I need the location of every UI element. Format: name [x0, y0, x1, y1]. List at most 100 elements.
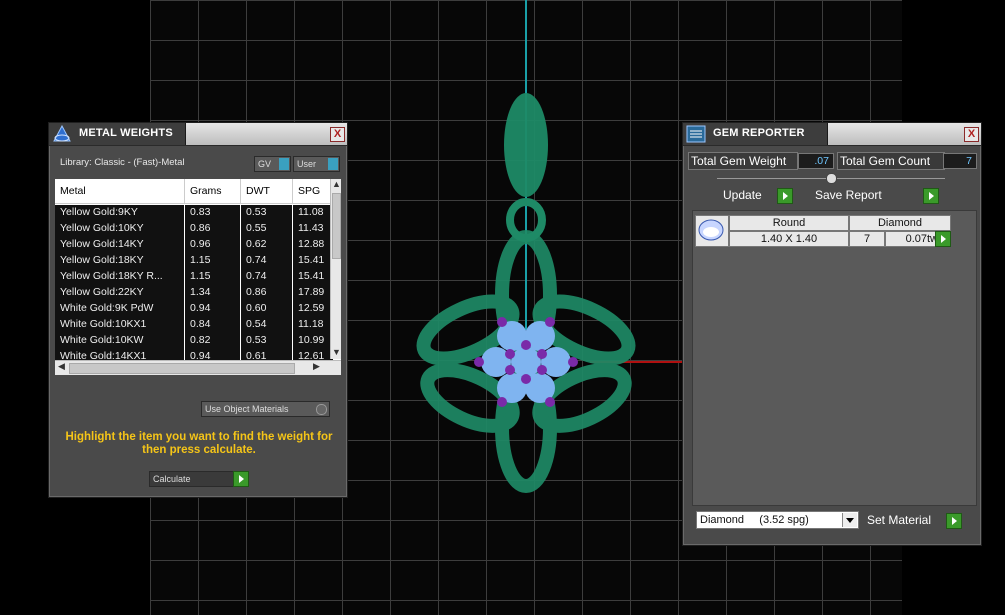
metal-table-vscroll[interactable]: ▲ ▼	[330, 179, 341, 359]
use-object-materials-button[interactable]: Use Object Materials	[201, 401, 330, 417]
cell-spg: 15.41	[298, 270, 325, 282]
metal-weights-titlebar[interactable]: METAL WEIGHTS X	[49, 123, 347, 146]
total-gem-weight-value: .07	[798, 153, 834, 169]
cell-dwt: 0.86	[246, 286, 267, 298]
total-gem-weight-label: Total Gem Weight	[688, 152, 798, 170]
table-row[interactable]: White Gold:9K PdW 0.94 0.60 12.59	[55, 301, 333, 317]
cell-metal: White Gold:10KX1	[60, 318, 147, 330]
table-row[interactable]: White Gold:10KW 0.82 0.53 10.99	[55, 333, 333, 349]
update-go-icon[interactable]	[777, 188, 793, 204]
total-gem-count-value: 7	[943, 153, 977, 169]
update-label: Update	[723, 188, 762, 202]
save-report-go-icon[interactable]	[923, 188, 939, 204]
cell-grams: 0.86	[190, 222, 211, 234]
cell-spg: 12.59	[298, 302, 325, 314]
hscroll-thumb[interactable]	[69, 363, 295, 374]
instruction-text: Highlight the item you want to find the …	[65, 431, 333, 456]
cell-metal: Yellow Gold:14KY	[60, 238, 144, 250]
gem-size: 1.40 X 1.40	[729, 231, 849, 247]
gem-cluster	[474, 317, 578, 407]
cell-metal: White Gold:9K PdW	[60, 302, 154, 314]
table-row[interactable]: White Gold:10KX1 0.84 0.54 11.18	[55, 317, 333, 333]
cell-dwt: 0.54	[246, 318, 267, 330]
metal-weights-title: METAL WEIGHTS	[79, 127, 173, 139]
cell-spg: 10.99	[298, 334, 325, 346]
metal-weights-app-icon	[53, 125, 71, 142]
checkbox-icon	[316, 404, 327, 415]
cell-metal: Yellow Gold:18KY	[60, 254, 144, 266]
col-spg[interactable]: SPG	[298, 185, 320, 197]
use-object-materials-label: Use Object Materials	[205, 404, 289, 414]
update-button[interactable]: Update	[723, 187, 779, 203]
close-icon[interactable]: X	[964, 127, 979, 142]
gem-detail-go-icon[interactable]	[935, 231, 951, 247]
metal-table-header: Metal Grams DWT SPG	[55, 179, 333, 204]
cell-spg: 15.41	[298, 254, 325, 266]
gem-thumbnail	[695, 215, 729, 247]
cell-grams: 0.82	[190, 334, 211, 346]
metal-table[interactable]: Metal Grams DWT SPG Yellow Gold:9KY 0.83 0…	[55, 179, 341, 375]
round-diamond-icon	[698, 219, 724, 241]
gem-material: Diamond	[849, 215, 951, 231]
gem-weight: 0.07tw	[885, 231, 941, 247]
cell-metal: White Gold:10KW	[60, 334, 144, 346]
cell-spg: 12.88	[298, 238, 325, 250]
library-label: Library: Classic - (Fast)-Metal	[60, 157, 185, 168]
table-row[interactable]: Yellow Gold:10KY 0.86 0.55 11.43	[55, 221, 333, 237]
cell-dwt: 0.53	[246, 334, 267, 346]
cell-dwt: 0.60	[246, 302, 267, 314]
table-row[interactable]: Yellow Gold:14KY 0.96 0.62 12.88	[55, 237, 333, 253]
slider-handle[interactable]	[826, 173, 837, 184]
gem-reporter-titlebar[interactable]: GEM REPORTER X	[683, 123, 981, 146]
col-dwt[interactable]: DWT	[246, 185, 270, 197]
calculate-label: Calculate	[153, 474, 191, 484]
table-row[interactable]: Yellow Gold:18KY R... 1.15 0.74 15.41	[55, 269, 333, 285]
gem-reporter-app-icon	[686, 125, 706, 143]
gem-list-item[interactable]: Round Diamond 1.40 X 1.40 7 0.07tw	[695, 215, 951, 247]
chevron-down-icon[interactable]	[842, 513, 857, 527]
save-report-button[interactable]: Save Report	[815, 187, 921, 203]
cell-dwt: 0.53	[246, 206, 267, 218]
user-toggle[interactable]: User	[293, 156, 340, 172]
calculate-button[interactable]: Calculate	[149, 471, 246, 487]
table-row[interactable]: Yellow Gold:22KY 1.34 0.86 17.89	[55, 285, 333, 301]
table-row[interactable]: Yellow Gold:18KY 1.15 0.74 15.41	[55, 253, 333, 269]
cell-spg: 17.89	[298, 286, 325, 298]
cell-metal: Yellow Gold:18KY R...	[60, 270, 163, 282]
cell-grams: 1.15	[190, 270, 211, 282]
gem-reporter-panel: GEM REPORTER X Total Gem Weight .07 Tota…	[682, 122, 982, 546]
gv-toggle-label: GV	[258, 159, 272, 169]
cell-grams: 0.96	[190, 238, 211, 250]
col-grams[interactable]: Grams	[190, 185, 222, 197]
close-icon[interactable]: X	[330, 127, 345, 142]
cell-grams: 0.83	[190, 206, 211, 218]
material-select[interactable]: Diamond (3.52 spg)	[696, 511, 859, 529]
set-material-go-icon[interactable]	[946, 513, 962, 529]
cell-dwt: 0.55	[246, 222, 267, 234]
gem-count: 7	[849, 231, 885, 247]
metal-weights-panel: METAL WEIGHTS X Library: Classic - (Fast…	[48, 122, 348, 498]
cell-spg: 11.43	[298, 222, 324, 234]
metal-table-hscroll[interactable]: ◀ ▶	[55, 360, 341, 375]
gem-list[interactable]: Round Diamond 1.40 X 1.40 7 0.07tw	[692, 210, 977, 506]
col-metal[interactable]: Metal	[60, 185, 86, 197]
table-row[interactable]: Yellow Gold:9KY 0.83 0.53 11.08	[55, 205, 333, 221]
cell-grams: 0.84	[190, 318, 211, 330]
material-select-value: Diamond (3.52 spg)	[700, 514, 809, 526]
cell-dwt: 0.74	[246, 254, 267, 266]
vscroll-thumb[interactable]	[332, 193, 341, 259]
cell-metal: Yellow Gold:10KY	[60, 222, 144, 234]
bail	[504, 93, 548, 197]
cell-grams: 1.34	[190, 286, 211, 298]
gem-reporter-title: GEM REPORTER	[713, 127, 805, 139]
cell-metal: Yellow Gold:22KY	[60, 286, 144, 298]
set-material-button[interactable]: Set Material	[867, 512, 945, 528]
cell-grams: 1.15	[190, 254, 211, 266]
gv-toggle[interactable]: GV	[254, 156, 291, 172]
save-report-label: Save Report	[815, 188, 882, 202]
gem-shape: Round	[729, 215, 849, 231]
cell-metal: Yellow Gold:9KY	[60, 206, 138, 218]
cell-dwt: 0.62	[246, 238, 267, 250]
cell-spg: 11.08	[298, 206, 324, 218]
calculate-go-icon[interactable]	[233, 471, 249, 487]
